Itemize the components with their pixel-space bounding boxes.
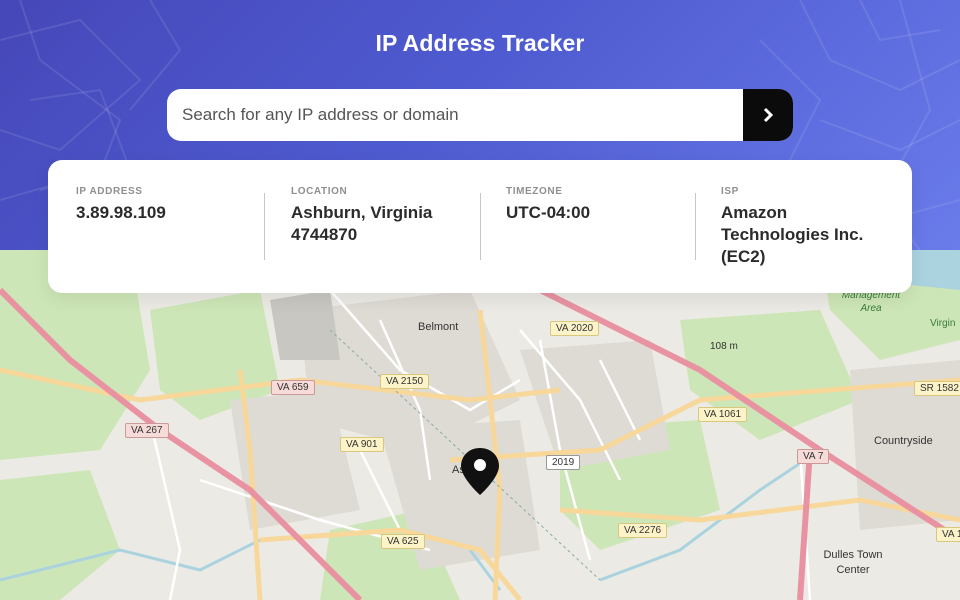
page-title: IP Address Tracker [375, 30, 585, 56]
ip-address-label: IP ADDRESS [76, 186, 143, 197]
location-pin-icon[interactable] [460, 447, 500, 497]
road-shield: VA 625 [381, 534, 425, 549]
timezone-value: UTC-04:00 [506, 203, 591, 222]
place-label: Belmont [418, 321, 459, 333]
map-view[interactable]: Belmont Countryside Dulles Town Center 1… [0, 250, 960, 600]
road-shield: VA 1061 [698, 407, 748, 422]
divider [695, 193, 696, 260]
ip-address-section: IP ADDRESS 3.89.98.109 [76, 160, 266, 293]
road-shield: VA 1 [936, 527, 960, 542]
timezone-section: TIMEZONE UTC-04:00 [506, 160, 696, 293]
location-label: LOCATION [291, 186, 348, 197]
road-shield: VA 2020 [550, 321, 600, 336]
road-shield: VA 659 [271, 380, 315, 395]
road-shield: VA 7 [797, 449, 830, 464]
elevation-label: 108 m [710, 341, 738, 352]
location-value: Ashburn, Virginia 4744870 [291, 203, 433, 244]
road-shield: VA 267 [125, 423, 169, 438]
search-bar [167, 89, 793, 141]
timezone-label: TIMEZONE [506, 186, 563, 197]
divider [264, 193, 265, 260]
road-shield: VA 2150 [380, 374, 430, 389]
divider [480, 193, 481, 260]
road-shield: SR 1582 [914, 381, 960, 396]
chevron-right-icon [763, 107, 774, 123]
place-label: Dulles Town Center [823, 549, 883, 576]
ip-address-value: 3.89.98.109 [76, 203, 166, 222]
isp-value: Amazon Technologies Inc. (EC2) [721, 203, 864, 266]
road-shield: 2019 [546, 455, 581, 470]
road-shield: VA 901 [340, 437, 384, 452]
ip-info-card: IP ADDRESS 3.89.98.109 LOCATION Ashburn,… [48, 160, 912, 293]
place-label: Countryside [874, 435, 933, 447]
search-input[interactable] [167, 89, 742, 141]
location-section: LOCATION Ashburn, Virginia 4744870 [291, 160, 481, 293]
place-label: Virgin [930, 318, 956, 329]
search-submit-button[interactable] [743, 89, 793, 141]
road-shield: VA 2276 [618, 523, 668, 538]
isp-section: ISP Amazon Technologies Inc. (EC2) [721, 160, 901, 293]
isp-label: ISP [721, 186, 739, 197]
